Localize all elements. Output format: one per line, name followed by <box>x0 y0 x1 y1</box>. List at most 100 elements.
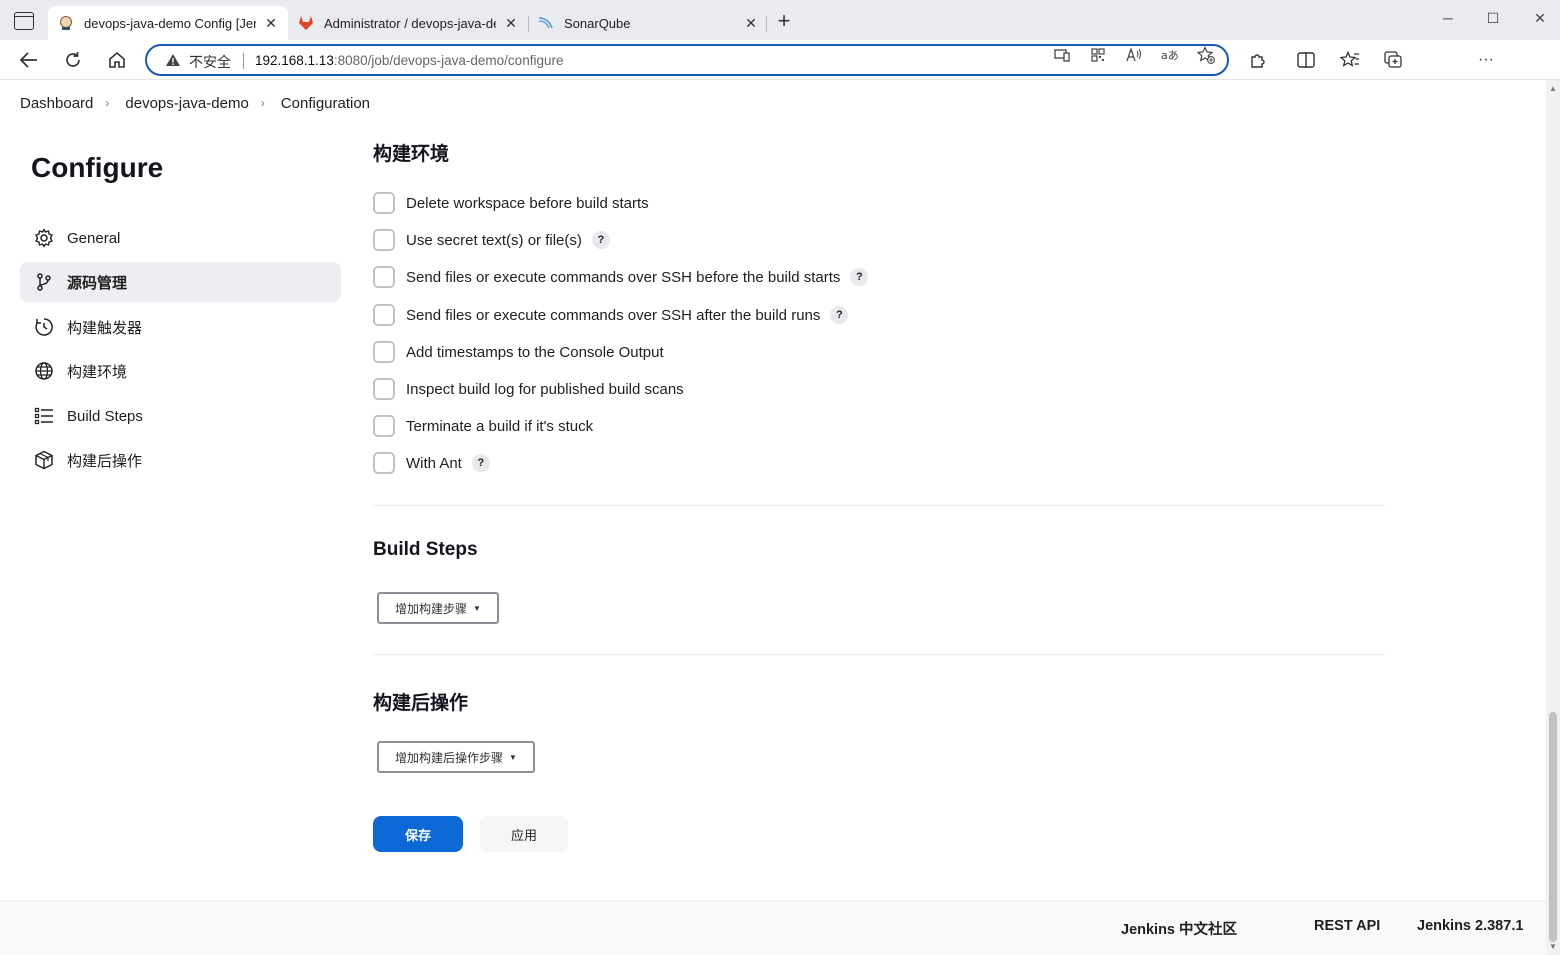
checkbox[interactable] <box>373 341 395 363</box>
checkbox[interactable] <box>373 266 395 288</box>
checkbox[interactable] <box>373 378 395 400</box>
minimize-button[interactable]: ─ <box>1438 10 1458 26</box>
sidebar-item-label: General <box>67 229 121 247</box>
tab-title: Administrator / devops-java-demo <box>324 15 496 31</box>
button-label: 增加构建步骤 <box>395 601 468 616</box>
tab-title: devops-java-demo Config [Jenkins] <box>84 15 256 31</box>
option-secret-text: Use secret text(s) or file(s) ? <box>373 228 610 252</box>
sidebar-item-build-steps[interactable]: Build Steps <box>20 396 341 436</box>
apply-button[interactable]: 应用 <box>480 816 568 852</box>
help-icon[interactable]: ? <box>591 231 610 249</box>
url-text[interactable]: 192.168.1.13:8080/job/devops-java-demo/c… <box>255 53 563 68</box>
scroll-up-icon[interactable]: ▲ <box>1549 84 1557 93</box>
checkbox-label[interactable]: Send files or execute commands over SSH … <box>406 307 820 324</box>
tab-actions-icon[interactable] <box>14 12 34 30</box>
help-icon[interactable]: ? <box>850 268 869 286</box>
checkbox-label[interactable]: Add timestamps to the Console Output <box>406 344 664 361</box>
page-title: Configure <box>31 152 164 183</box>
sonarqube-favicon-icon <box>538 17 553 29</box>
address-separator <box>243 53 244 69</box>
checkbox-label[interactable]: Use secret text(s) or file(s) <box>406 232 582 249</box>
tab-gitlab[interactable]: Administrator / devops-java-demo ✕ <box>288 6 528 40</box>
save-button[interactable]: 保存 <box>373 816 463 852</box>
sidebar-item-scm[interactable]: 源码管理 <box>20 262 341 302</box>
close-tab-icon[interactable]: ✕ <box>744 15 758 32</box>
page-footer: Jenkins 中文社区 REST API Jenkins 2.387.1 <box>0 900 1546 955</box>
sidebar-item-build-env[interactable]: 构建环境 <box>20 351 341 391</box>
checkbox[interactable] <box>373 229 395 251</box>
warning-icon <box>166 54 180 66</box>
home-button[interactable] <box>105 48 129 72</box>
sidebar-item-label: 构建环境 <box>67 363 128 381</box>
home-icon <box>109 51 125 68</box>
checkbox-label[interactable]: Delete workspace before build starts <box>406 195 649 212</box>
breadcrumb-dashboard[interactable]: Dashboard <box>20 95 93 112</box>
breadcrumb-job[interactable]: devops-java-demo <box>125 95 248 112</box>
maximize-button[interactable]: ☐ <box>1483 10 1503 27</box>
sidebar-item-label: 构建触发器 <box>67 319 143 337</box>
back-button[interactable] <box>17 48 41 72</box>
chevron-right-icon: › <box>260 96 265 110</box>
option-delete-workspace: Delete workspace before build starts <box>373 191 649 215</box>
checkbox-label[interactable]: Terminate a build if it's stuck <box>406 418 593 435</box>
breadcrumb: Dashboard › devops-java-demo › Configura… <box>0 80 1546 126</box>
sidebar-item-general[interactable]: General <box>20 218 341 258</box>
caret-down-icon: ▼ <box>473 603 481 613</box>
section-divider <box>373 505 1385 506</box>
app-available-icon[interactable] <box>1052 45 1072 65</box>
help-icon[interactable]: ? <box>471 454 490 472</box>
tab-jenkins-config[interactable]: devops-java-demo Config [Jenkins] ✕ <box>48 6 288 40</box>
split-screen-button[interactable] <box>1294 48 1318 72</box>
option-timestamps: Add timestamps to the Console Output <box>373 340 664 364</box>
footer-rest-api-link[interactable]: REST API <box>1314 918 1380 934</box>
close-tab-icon[interactable]: ✕ <box>504 15 518 32</box>
globe-icon <box>34 361 54 381</box>
footer-version-link[interactable]: Jenkins 2.387.1 <box>1417 918 1523 934</box>
cube-icon <box>34 450 54 470</box>
extensions-button[interactable] <box>1246 48 1270 72</box>
split-screen-icon <box>1297 52 1315 68</box>
gitlab-favicon-icon <box>299 16 313 30</box>
collections-button[interactable] <box>1382 48 1406 72</box>
option-inspect-build-log: Inspect build log for published build sc… <box>373 377 684 401</box>
footer-community-link[interactable]: Jenkins 中文社区 <box>1121 918 1237 939</box>
checkbox-label[interactable]: Send files or execute commands over SSH … <box>406 269 840 286</box>
favorites-icon <box>1340 51 1359 67</box>
favorites-button[interactable] <box>1338 48 1362 72</box>
clock-icon <box>34 317 54 337</box>
scroll-down-icon[interactable]: ▼ <box>1549 942 1557 951</box>
sidebar-item-label: 构建后操作 <box>67 452 143 470</box>
add-build-step-button[interactable]: 增加构建步骤 ▼ <box>377 592 499 624</box>
read-aloud-icon[interactable] <box>1124 45 1144 65</box>
chevron-right-icon: › <box>105 96 110 110</box>
add-post-build-step-button[interactable]: 增加构建后操作步骤 ▼ <box>377 741 535 773</box>
checkbox-label[interactable]: With Ant <box>406 455 462 472</box>
checkbox-label[interactable]: Inspect build log for published build sc… <box>406 381 684 398</box>
qr-code-icon[interactable] <box>1088 45 1108 65</box>
browser-tab-bar: devops-java-demo Config [Jenkins] ✕ Admi… <box>0 0 1560 40</box>
tab-title: SonarQube <box>564 15 631 31</box>
close-tab-icon[interactable]: ✕ <box>264 15 278 32</box>
new-tab-button[interactable]: + <box>773 10 795 32</box>
more-button[interactable]: ··· <box>1474 48 1498 72</box>
jenkins-favicon-icon <box>60 16 72 30</box>
sidebar-item-post-build[interactable]: 构建后操作 <box>20 440 341 480</box>
checkbox[interactable] <box>373 452 395 474</box>
sidebar-item-triggers[interactable]: 构建触发器 <box>20 307 341 347</box>
gear-icon <box>34 228 54 248</box>
breadcrumb-configuration[interactable]: Configuration <box>281 95 370 112</box>
security-label[interactable]: 不安全 <box>189 52 231 72</box>
refresh-button[interactable] <box>61 48 85 72</box>
translate-icon[interactable]: aあ <box>1160 45 1180 65</box>
refresh-icon <box>66 52 80 67</box>
add-favorite-icon[interactable] <box>1196 45 1216 65</box>
checkbox[interactable] <box>373 304 395 326</box>
list-icon <box>34 406 54 426</box>
scrollbar-thumb[interactable] <box>1549 712 1557 942</box>
checkbox[interactable] <box>373 415 395 437</box>
close-window-button[interactable]: ✕ <box>1530 10 1550 27</box>
tab-sonarqube[interactable]: SonarQube ✕ <box>528 6 768 40</box>
help-icon[interactable]: ? <box>830 306 849 324</box>
page-scrollbar[interactable]: ▲ ▼ <box>1546 80 1560 955</box>
checkbox[interactable] <box>373 192 395 214</box>
